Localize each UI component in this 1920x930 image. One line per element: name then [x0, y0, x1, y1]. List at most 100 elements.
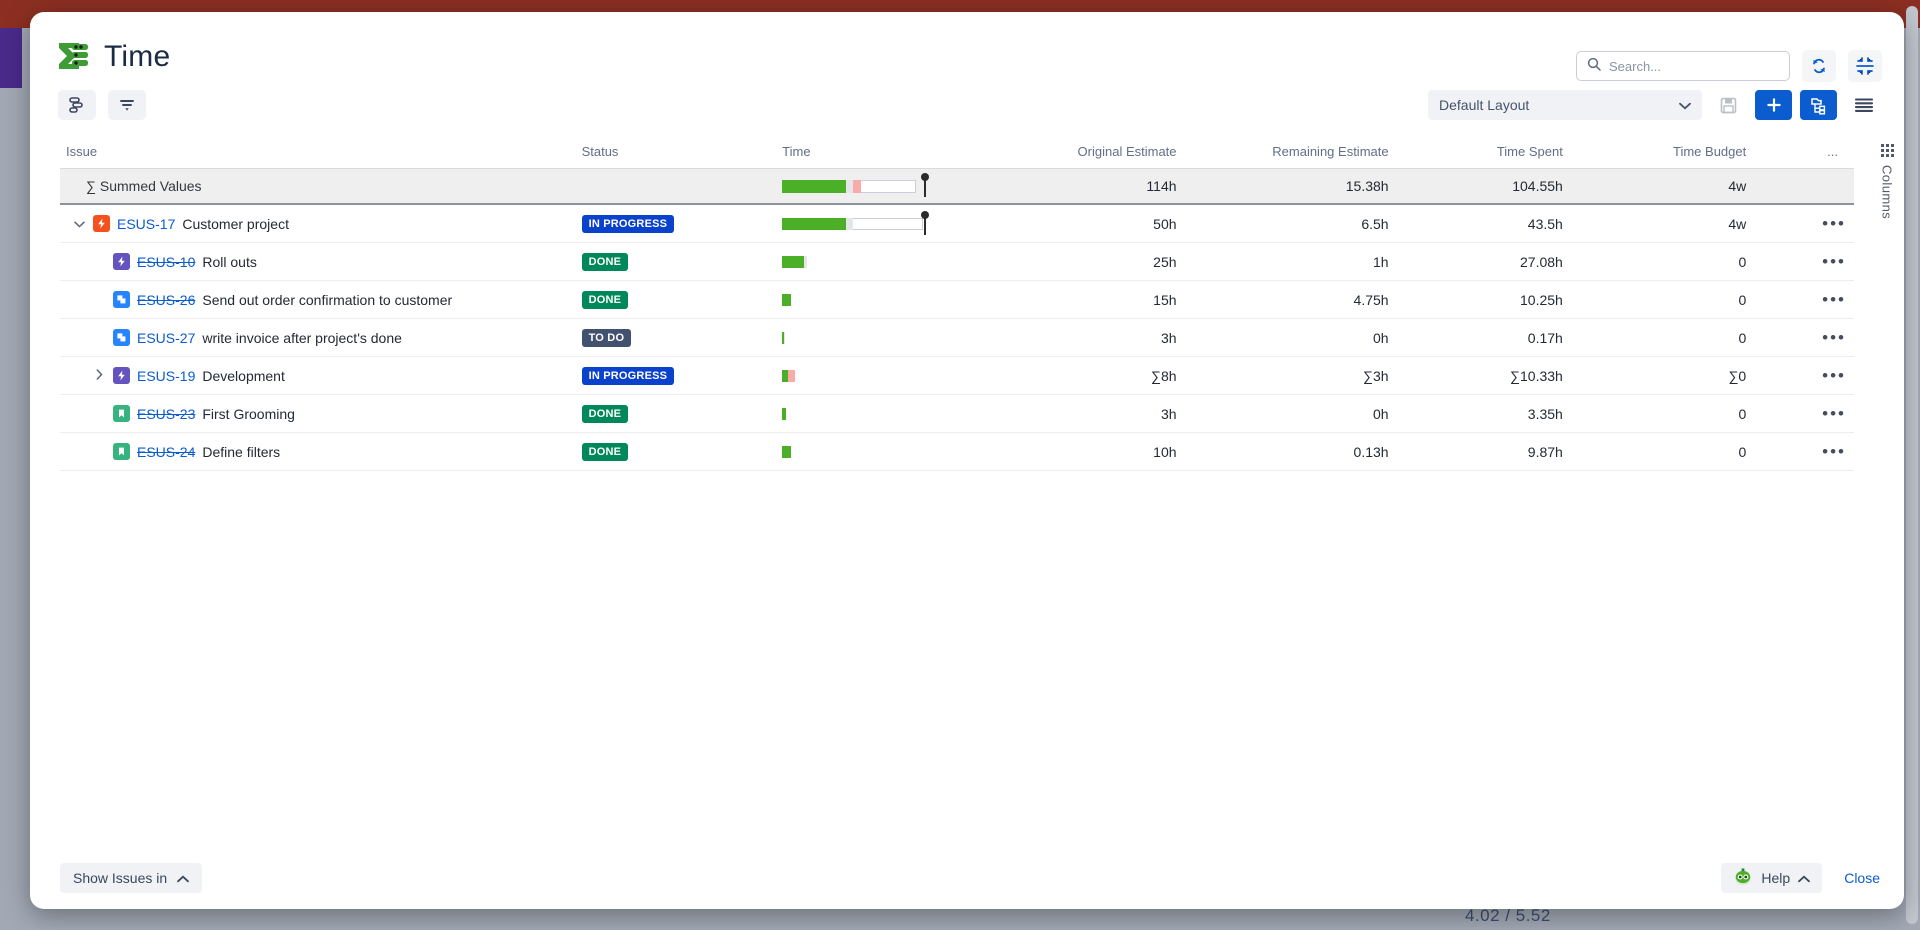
table-row[interactable]: ESUS-10 Roll outs DONE 25h 1h 27.08h 0 •••: [60, 242, 1854, 281]
table-row[interactable]: ESUS-23 First Grooming DONE 3h 0h 3.35h 0 •••: [60, 394, 1854, 433]
time-budget-cell: 0: [1578, 242, 1763, 281]
layout-select[interactable]: Default Layout: [1428, 90, 1702, 120]
row-toggle-esus-19[interactable]: [92, 368, 106, 383]
issue-cell: ESUS-27 write invoice after project's don…: [60, 318, 582, 357]
story-green-icon: [113, 443, 130, 460]
issues-table-wrapper: Issue Status Time Original Estimate Rema…: [60, 144, 1854, 471]
issue-summary: Roll outs: [202, 253, 257, 270]
table-row[interactable]: ESUS-24 Define filters DONE 10h 0.13h 9.87h 0 •…: [60, 432, 1854, 471]
row-menu-icon[interactable]: •••: [1822, 328, 1846, 347]
desktop-scrollbar[interactable]: [1906, 6, 1918, 924]
toolbar: Default Layout: [30, 90, 1904, 136]
time-cell: [782, 432, 989, 471]
issue-key[interactable]: ESUS-17: [117, 216, 175, 232]
col-header-status[interactable]: Status: [581, 144, 783, 169]
search-input[interactable]: [1609, 58, 1779, 74]
row-menu-icon[interactable]: •••: [1822, 366, 1846, 385]
row-menu-cell[interactable]: •••: [1762, 204, 1854, 243]
progress-segment-white: [853, 217, 923, 230]
time-cell: [782, 356, 989, 395]
save-layout-button[interactable]: [1710, 90, 1747, 120]
row-menu-cell[interactable]: •••: [1762, 318, 1854, 357]
chevron-up-icon: [177, 870, 190, 886]
issue-key[interactable]: ESUS-27: [137, 330, 195, 346]
status-cell: DONE: [581, 242, 783, 281]
row-menu-icon[interactable]: •••: [1822, 442, 1846, 461]
epic-purple-icon: [113, 253, 130, 270]
hierarchy-tree-button[interactable]: [1800, 90, 1837, 120]
remaining-estimate-cell: 0.13h: [1192, 432, 1405, 471]
time-progress-bar: [782, 369, 796, 382]
remaining-estimate-cell: 0h: [1192, 318, 1405, 357]
close-link[interactable]: Close: [1844, 870, 1880, 886]
search-box[interactable]: [1576, 51, 1790, 81]
remaining-estimate-cell: 4.75h: [1192, 280, 1405, 319]
columns-rail[interactable]: Columns: [1870, 144, 1904, 219]
table-row[interactable]: ESUS-17 Customer project IN PROGRESS 50h 6.5…: [60, 204, 1854, 243]
time-spent-cell: 27.08h: [1404, 242, 1579, 281]
issue-cell: ESUS-26 Send out order confirmation to cu…: [60, 280, 582, 319]
col-header-original-estimate[interactable]: Original Estimate: [988, 144, 1193, 169]
summed-remaining-estimate: 15.38h: [1192, 168, 1405, 205]
summed-time-bar: [782, 168, 989, 205]
table-row[interactable]: ESUS-27 write invoice after project's don…: [60, 318, 1854, 357]
status-cell: IN PROGRESS: [581, 204, 783, 243]
filter-funnel-button[interactable]: [108, 90, 146, 120]
time-progress-bar: [782, 407, 787, 420]
issue-key[interactable]: ESUS-19: [137, 368, 195, 384]
col-header-more[interactable]: ...: [1762, 144, 1854, 169]
original-estimate-cell: 15h: [988, 280, 1193, 319]
structure-gantt-button[interactable]: [58, 90, 96, 120]
time-progress-bar: [782, 172, 930, 197]
header-actions: [1576, 50, 1882, 82]
row-menu-cell[interactable]: •••: [1762, 356, 1854, 395]
dialog-footer: Show Issues in Help Close: [30, 839, 1904, 909]
refresh-sync-button[interactable]: [1802, 50, 1836, 82]
row-menu-icon[interactable]: •••: [1822, 404, 1846, 423]
col-header-time-spent[interactable]: Time Spent: [1404, 144, 1579, 169]
help-button[interactable]: Help: [1721, 863, 1823, 893]
row-menu-cell[interactable]: •••: [1762, 280, 1854, 319]
summed-label: ∑ Summed Values: [60, 168, 582, 205]
time-progress-bar: [782, 331, 786, 344]
original-estimate-cell: 10h: [988, 432, 1193, 471]
col-header-remaining-estimate[interactable]: Remaining Estimate: [1192, 144, 1405, 169]
issues-table: Issue Status Time Original Estimate Rema…: [60, 144, 1854, 471]
table-row[interactable]: ESUS-19 Development IN PROGRESS ∑8h ∑3h ∑10.3…: [60, 356, 1854, 395]
task-blue-icon: [113, 329, 130, 346]
dialog-header: Time: [30, 12, 1904, 90]
time-progress-bar: [782, 293, 792, 306]
issue-key[interactable]: ESUS-10: [137, 254, 195, 270]
original-estimate-cell: 3h: [988, 394, 1193, 433]
issue-key[interactable]: ESUS-23: [137, 406, 195, 422]
issue-cell-inner: ESUS-17 Customer project: [72, 215, 566, 232]
summed-time-budget: 4w: [1578, 168, 1763, 205]
list-view-button[interactable]: [1845, 90, 1882, 120]
time-budget-cell: 4w: [1578, 204, 1763, 243]
time-spent-cell: 0.17h: [1404, 318, 1579, 357]
row-toggle-esus-17[interactable]: [72, 217, 86, 231]
issue-key[interactable]: ESUS-24: [137, 444, 195, 460]
col-header-issue[interactable]: Issue: [60, 144, 582, 169]
issue-cell: ESUS-17 Customer project: [60, 204, 582, 243]
layout-select-value: Default Layout: [1439, 97, 1530, 113]
show-issues-in-button[interactable]: Show Issues in: [60, 863, 203, 893]
remaining-estimate-cell: 0h: [1192, 394, 1405, 433]
collapse-fullscreen-button[interactable]: [1848, 50, 1882, 82]
row-menu-cell[interactable]: •••: [1762, 394, 1854, 433]
time-budget-cell: ∑0: [1578, 356, 1763, 395]
issue-summary: Send out order confirmation to customer: [202, 291, 453, 308]
row-menu-cell[interactable]: •••: [1762, 242, 1854, 281]
row-menu-cell[interactable]: •••: [1762, 432, 1854, 471]
issue-key[interactable]: ESUS-26: [137, 292, 195, 308]
row-menu-icon[interactable]: •••: [1822, 290, 1846, 309]
issue-cell-inner: ESUS-23 First Grooming: [92, 405, 566, 422]
row-menu-icon[interactable]: •••: [1822, 214, 1846, 233]
col-header-time-budget[interactable]: Time Budget: [1578, 144, 1763, 169]
col-header-time[interactable]: Time: [782, 144, 989, 169]
row-menu-icon[interactable]: •••: [1822, 252, 1846, 271]
issue-cell: ESUS-23 First Grooming: [60, 394, 582, 433]
show-issues-label: Show Issues in: [73, 870, 168, 886]
add-button[interactable]: [1755, 90, 1792, 120]
table-row[interactable]: ESUS-26 Send out order confirmation to cu…: [60, 280, 1854, 319]
